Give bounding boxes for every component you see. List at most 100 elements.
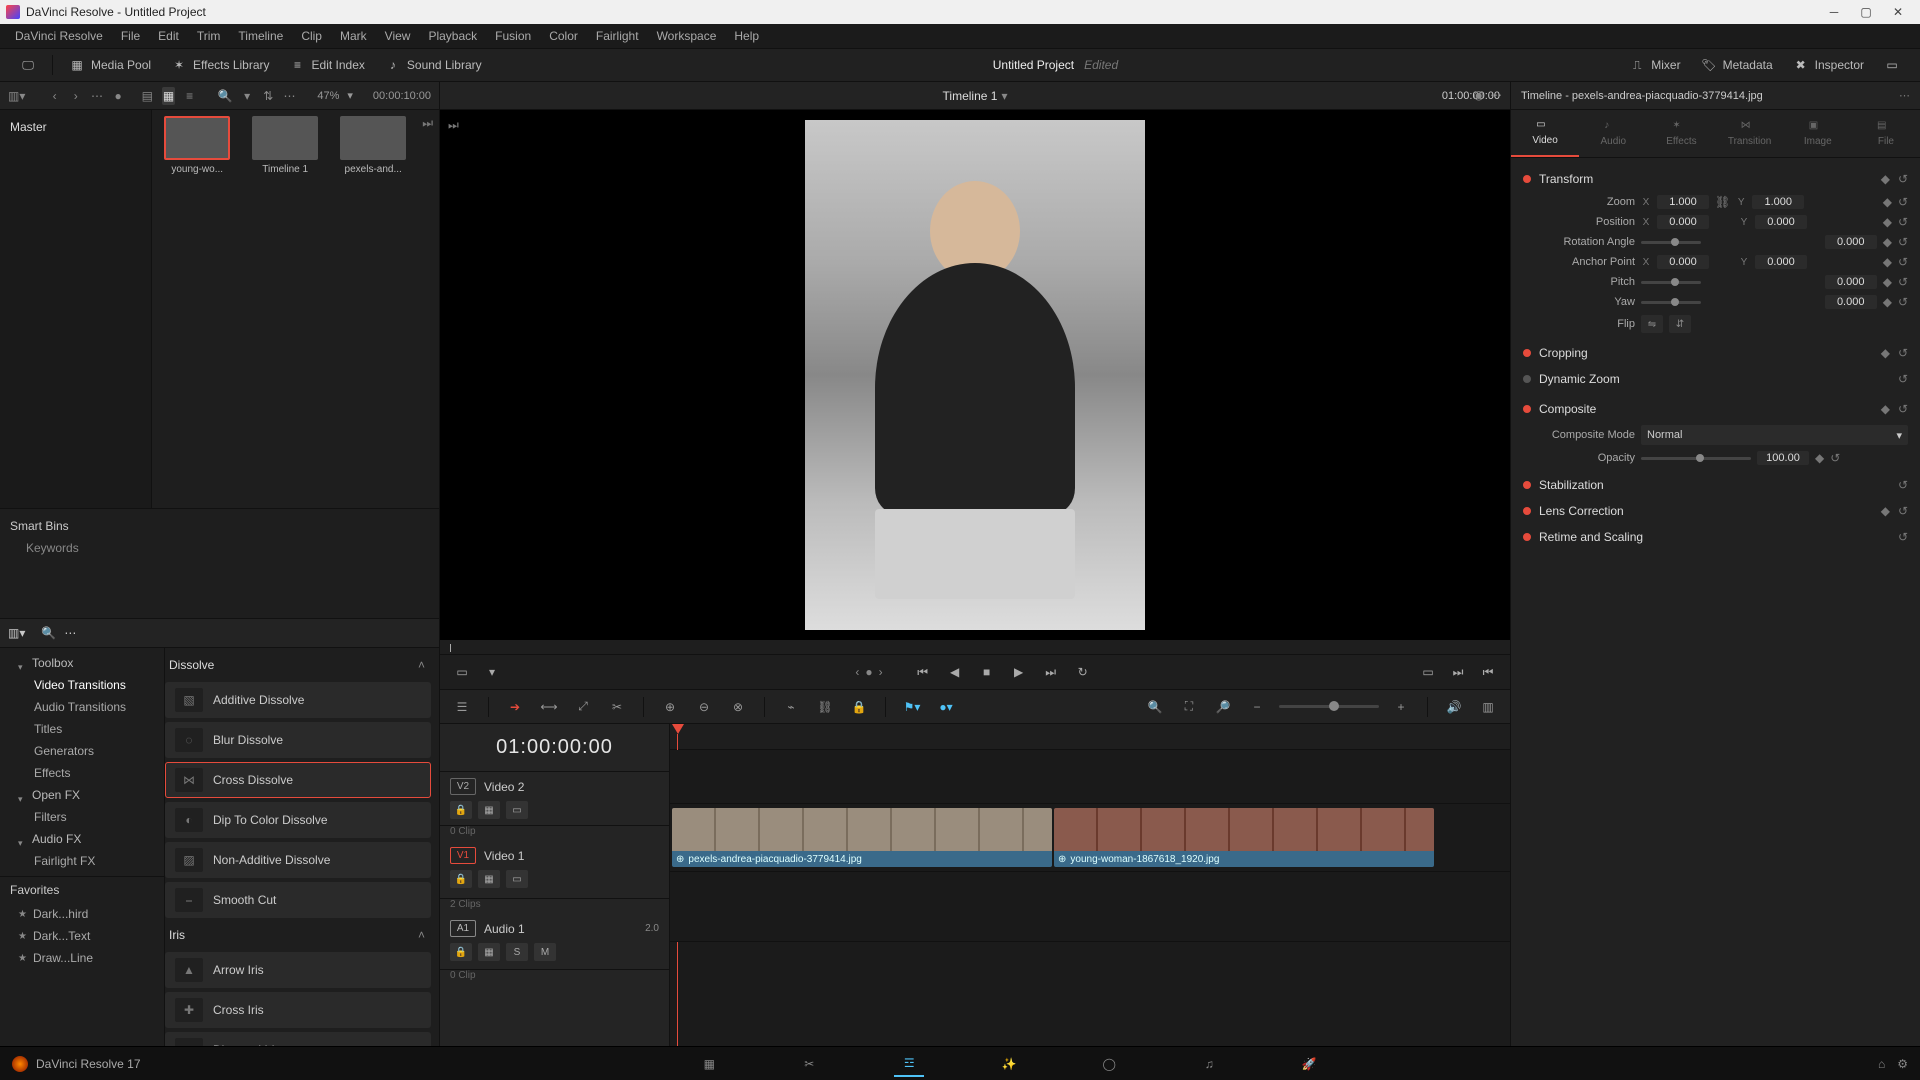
- tree-audiofx[interactable]: Audio FX: [0, 828, 164, 850]
- menu-timeline[interactable]: Timeline: [229, 24, 292, 48]
- tree-effects[interactable]: Effects: [0, 762, 164, 784]
- nav-back[interactable]: ‹: [48, 87, 61, 105]
- audio-monitor[interactable]: 🔊: [1442, 696, 1466, 718]
- track-head-a1[interactable]: A1Audio 12.0 🔒▦SM: [440, 914, 669, 970]
- project-settings-button[interactable]: ⚙: [1897, 1057, 1908, 1071]
- snap-button[interactable]: ⌁: [779, 696, 803, 718]
- fx-blur-dissolve[interactable]: ◌Blur Dissolve: [165, 722, 431, 758]
- favorite-item[interactable]: Dark...Text: [0, 925, 164, 947]
- clip-young-woman[interactable]: ⊕young-woman-1867618_1920.jpg: [1054, 808, 1434, 867]
- menu-fairlight[interactable]: Fairlight: [587, 24, 648, 48]
- menu-davinci[interactable]: DaVinci Resolve: [6, 24, 112, 48]
- zoom-x-value[interactable]: 1.000: [1657, 195, 1709, 209]
- overwrite-button[interactable]: ⊖: [692, 696, 716, 718]
- keyframe-icon[interactable]: ◆: [1883, 295, 1892, 309]
- timeline-ruler[interactable]: [670, 724, 1510, 750]
- page-fusion[interactable]: ✨: [994, 1051, 1024, 1077]
- match-frame-button[interactable]: ▭: [450, 661, 474, 683]
- page-edit[interactable]: ☲: [894, 1051, 924, 1077]
- pos-x-value[interactable]: 0.000: [1657, 215, 1709, 229]
- anchor-x-value[interactable]: 0.000: [1657, 255, 1709, 269]
- favorite-item[interactable]: Draw...Line: [0, 947, 164, 969]
- reset-icon[interactable]: [1898, 275, 1908, 289]
- zoom-in[interactable]: +: [1389, 696, 1413, 718]
- opacity-value[interactable]: 100.00: [1757, 451, 1809, 465]
- single-viewer-button[interactable]: ▭: [1416, 661, 1440, 683]
- blade-tool[interactable]: ✂: [605, 696, 629, 718]
- detail-zoom[interactable]: 🔎: [1211, 696, 1235, 718]
- menu-fusion[interactable]: Fusion: [486, 24, 540, 48]
- tree-generators[interactable]: Generators: [0, 740, 164, 762]
- sound-library-button[interactable]: ♪Sound Library: [375, 53, 492, 77]
- reset-icon[interactable]: [1898, 478, 1908, 492]
- fx-additive-dissolve[interactable]: ▧Additive Dissolve: [165, 682, 431, 718]
- maximize-button[interactable]: ▢: [1850, 2, 1882, 22]
- inspector-options[interactable]: ⋯: [1899, 89, 1910, 102]
- reset-icon[interactable]: [1898, 172, 1908, 186]
- timeline-timecode[interactable]: 01:00:00:00: [440, 724, 669, 772]
- customize-timeline[interactable]: ▥: [1476, 696, 1500, 718]
- keyframe-icon[interactable]: ◆: [1881, 504, 1890, 518]
- reset-icon[interactable]: [1830, 451, 1840, 465]
- full-extent-zoom[interactable]: ⛶: [1177, 696, 1201, 718]
- keyframe-icon[interactable]: ◆: [1881, 402, 1890, 416]
- next-edit-icon[interactable]: ›: [879, 665, 883, 679]
- flag-button[interactable]: ⚑▾: [900, 696, 924, 718]
- link-zoom-icon[interactable]: ⛓: [1715, 195, 1730, 209]
- disable-icon[interactable]: ▭: [506, 801, 528, 819]
- play-button[interactable]: ▶: [1007, 661, 1031, 683]
- zoom-y-value[interactable]: 1.000: [1752, 195, 1804, 209]
- tree-video-transitions[interactable]: Video Transitions: [0, 674, 164, 696]
- keyframe-icon[interactable]: ◆: [1883, 235, 1892, 249]
- keyframe-icon[interactable]: ◆: [1883, 275, 1892, 289]
- go-next-button[interactable]: ⏭: [1446, 661, 1470, 683]
- reset-icon[interactable]: [1898, 215, 1908, 229]
- stop-button[interactable]: ■: [975, 661, 999, 683]
- marker-button[interactable]: ●▾: [934, 696, 958, 718]
- dynamic-trim-tool[interactable]: ⤢: [571, 696, 595, 718]
- tab-audio[interactable]: ♪Audio: [1579, 110, 1647, 157]
- jog-bar[interactable]: [440, 640, 1510, 654]
- tree-openfx[interactable]: Open FX: [0, 784, 164, 806]
- home-button[interactable]: ⌂: [1878, 1057, 1885, 1071]
- auto-select-icon[interactable]: ▦: [478, 870, 500, 888]
- keyframe-icon[interactable]: ◆: [1883, 215, 1892, 229]
- edit-index-button[interactable]: ≡Edit Index: [280, 53, 375, 77]
- menu-workspace[interactable]: Workspace: [648, 24, 726, 48]
- page-color[interactable]: ◯: [1094, 1051, 1124, 1077]
- metadata-view[interactable]: ▤: [141, 87, 154, 105]
- tab-image[interactable]: ▣Image: [1784, 110, 1852, 157]
- go-prev-button[interactable]: ⏮: [1476, 661, 1500, 683]
- bypass-fx-icon[interactable]: ◉: [1474, 88, 1484, 102]
- tab-effects[interactable]: ✶Effects: [1647, 110, 1715, 157]
- selection-tool[interactable]: ➔: [503, 696, 527, 718]
- solo-button[interactable]: S: [506, 943, 528, 961]
- master-bin[interactable]: Master: [10, 116, 141, 138]
- keyframe-icon[interactable]: ◆: [1881, 172, 1890, 186]
- fx-non-additive[interactable]: ▨Non-Additive Dissolve: [165, 842, 431, 878]
- loop-button[interactable]: ↻: [1071, 661, 1095, 683]
- zoom-search[interactable]: 🔍: [1143, 696, 1167, 718]
- lock-button[interactable]: 🔒: [847, 696, 871, 718]
- fx-smooth-cut[interactable]: ⎯Smooth Cut: [165, 882, 431, 918]
- page-fairlight[interactable]: ♫: [1194, 1051, 1224, 1077]
- prev-frame-button[interactable]: ◀: [943, 661, 967, 683]
- menu-playback[interactable]: Playback: [419, 24, 486, 48]
- clip-pexels[interactable]: ⊕pexels-andrea-piacquadio-3779414.jpg: [672, 808, 1052, 867]
- tree-toolbox[interactable]: Toolbox: [0, 652, 164, 674]
- fx-options[interactable]: ⋯: [64, 626, 76, 640]
- page-cut[interactable]: ✂: [794, 1051, 824, 1077]
- next-frame-button[interactable]: ⏭: [1039, 661, 1063, 683]
- playhead-icon[interactable]: [672, 724, 684, 734]
- reset-icon[interactable]: [1898, 402, 1908, 416]
- zoom-out[interactable]: −: [1245, 696, 1269, 718]
- group-dissolve[interactable]: Dissolve: [165, 652, 431, 678]
- tab-transition[interactable]: ⋈Transition: [1716, 110, 1784, 157]
- track-a1[interactable]: [670, 872, 1510, 942]
- opacity-slider[interactable]: [1641, 457, 1751, 460]
- track-head-v1[interactable]: V1Video 1 🔒▦▭: [440, 841, 669, 899]
- reset-icon[interactable]: [1898, 530, 1908, 544]
- reset-icon[interactable]: [1898, 255, 1908, 269]
- disable-icon[interactable]: ▭: [506, 870, 528, 888]
- menu-view[interactable]: View: [376, 24, 420, 48]
